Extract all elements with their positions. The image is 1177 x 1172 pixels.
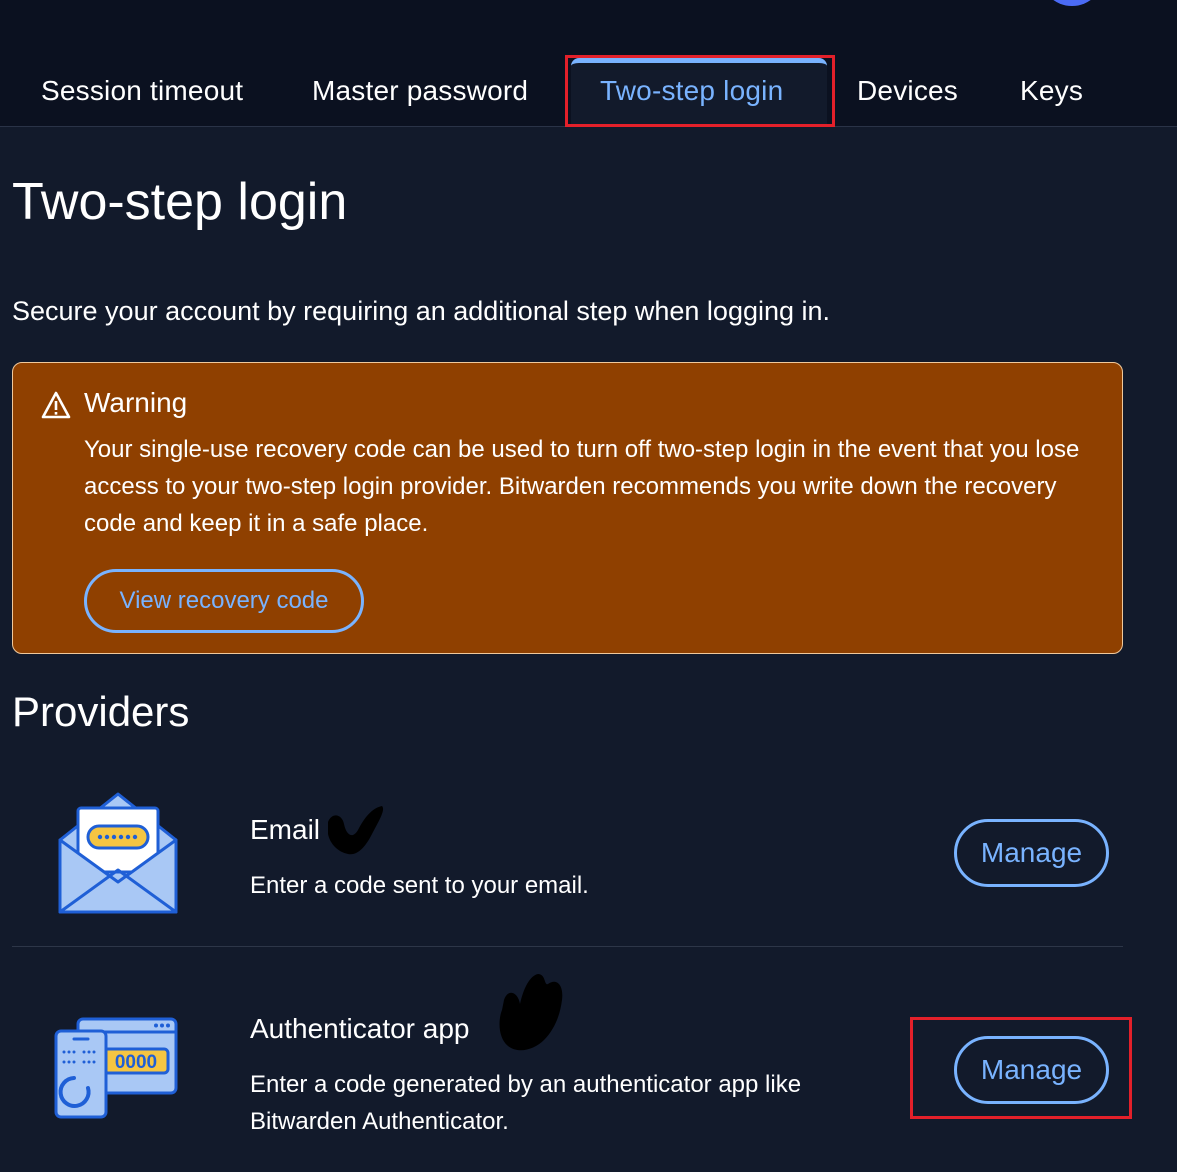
tab-session-timeout[interactable]: Session timeout bbox=[41, 56, 243, 126]
user-avatar[interactable] bbox=[1040, 0, 1104, 6]
redaction-mark bbox=[328, 806, 384, 855]
warning-callout: Warning Your single-use recovery code ca… bbox=[12, 362, 1123, 654]
warning-title: Warning bbox=[84, 387, 188, 418]
manage-email-button[interactable]: Manage bbox=[954, 819, 1109, 887]
email-envelope-icon bbox=[58, 792, 178, 914]
provider-email-name: Email bbox=[250, 814, 321, 845]
tab-master-password[interactable]: Master password bbox=[312, 56, 528, 126]
tab-two-step-login[interactable]: Two-step login bbox=[600, 56, 783, 126]
redaction-mark bbox=[499, 974, 563, 1051]
page-title: Two-step login bbox=[12, 173, 348, 231]
warning-message: Your single-use recovery code can be use… bbox=[84, 436, 1080, 537]
page-description: Secure your account by requiring an addi… bbox=[12, 296, 831, 326]
warning-triangle-icon bbox=[41, 391, 71, 419]
authenticator-app-icon: 0000 bbox=[54, 1017, 178, 1119]
provider-divider bbox=[12, 946, 1123, 947]
view-recovery-code-button[interactable]: View recovery code bbox=[84, 569, 364, 633]
provider-email-description: Enter a code sent to your email. bbox=[250, 872, 589, 899]
provider-authenticator-name: Authenticator app bbox=[250, 1013, 470, 1044]
tab-devices[interactable]: Devices bbox=[857, 56, 958, 126]
manage-authenticator-button[interactable]: Manage bbox=[954, 1036, 1109, 1104]
tab-keys[interactable]: Keys bbox=[1020, 56, 1083, 126]
providers-heading: Providers bbox=[12, 688, 190, 735]
authenticator-code-text: 0000 bbox=[115, 1052, 157, 1073]
top-navigation-bar: Session timeout Master password Two-step… bbox=[0, 0, 1177, 127]
provider-authenticator-description: Enter a code generated by an authenticat… bbox=[250, 1071, 802, 1135]
